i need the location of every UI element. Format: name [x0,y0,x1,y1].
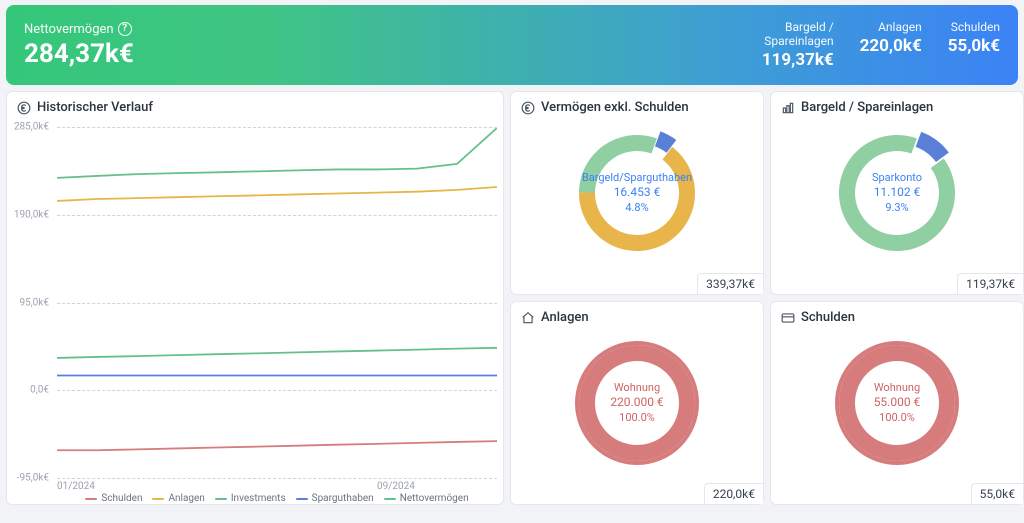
chart-legend: SchuldenAnlagenInvestmentsSparguthabenNe… [57,493,497,504]
card-cash: Bargeld / Spareinlagen Sparkonto11.102 €… [770,91,1024,295]
donut-debt: Wohnung55.000 €100.0% [771,302,1023,504]
networth-title: Nettovermögen ? [24,22,762,37]
card-badge: 220,0k€ [704,483,763,504]
donut-center-label: Wohnung55.000 €100.0% [874,381,921,425]
card-title: Historischer Verlauf [37,100,153,115]
card-badge: 339,37k€ [697,273,763,294]
card-assets-ex-debt: Vermögen exkl. Schulden Bargeld/Sparguth… [510,91,764,295]
donut-center-label: Sparkonto11.102 €9.3% [872,171,922,215]
card-debt: Schulden Wohnung55.000 €100.0% 55,0k€ [770,301,1024,505]
card-historical: Historischer Verlauf -95,0k€0,0€95,0k€19… [6,91,504,505]
donut-center-label: Wohnung220.000 €100.0% [610,381,663,425]
donut-center-label: Bargeld/Sparguthaben16.453 €4.8% [582,171,692,215]
help-icon[interactable]: ? [118,22,132,36]
summary-hero: Nettovermögen ? 284,37k€ Bargeld / Spare… [6,5,1018,85]
hero-stat: Anlagen220,0k€ [860,20,922,71]
donut-assets: Bargeld/Sparguthaben16.453 €4.8% [511,92,763,294]
hero-stat: Bargeld / Spareinlagen119,37k€ [762,20,834,71]
card-invest: Anlagen Wohnung220.000 €100.0% 220,0k€ [510,301,764,505]
historical-line-chart: -95,0k€0,0€95,0k€190,0k€285,0k€ 01/20240… [7,119,503,504]
card-badge: 55,0k€ [971,483,1023,504]
euro-icon [17,101,31,115]
donut-cash: Sparkonto11.102 €9.3% [771,92,1023,294]
hero-stat: Schulden55,0k€ [948,20,1000,71]
donut-invest: Wohnung220.000 €100.0% [511,302,763,504]
networth-value: 284,37k€ [24,39,762,69]
card-badge: 119,37k€ [957,273,1023,294]
